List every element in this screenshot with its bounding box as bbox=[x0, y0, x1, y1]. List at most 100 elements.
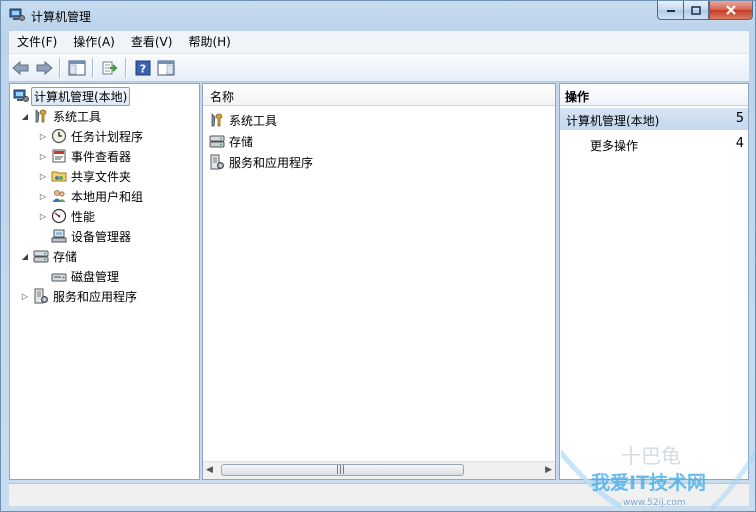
menu-file[interactable]: 文件(F) bbox=[9, 31, 65, 53]
window-title: 计算机管理 bbox=[31, 10, 92, 24]
show-hide-tree-button[interactable] bbox=[66, 57, 88, 79]
computer-management-window: 计算机管理 文件(F) 操作(A) 查看(V) 帮助(H) ? 计算机管理(本地… bbox=[0, 0, 756, 512]
tree-label: 事件查看器 bbox=[71, 149, 132, 164]
tree-item-root[interactable]: 计算机管理(本地) bbox=[13, 86, 131, 106]
column-header-label: 名称 bbox=[210, 90, 235, 104]
disk-management-icon bbox=[51, 268, 67, 284]
tools-icon bbox=[33, 108, 49, 124]
close-button[interactable] bbox=[709, 1, 753, 20]
shared-folder-icon bbox=[51, 168, 67, 184]
show-hide-action-pane-button[interactable] bbox=[155, 57, 177, 79]
collapsed-triangle-icon[interactable]: ▷ bbox=[38, 191, 48, 201]
tree-label: 服务和应用程序 bbox=[53, 289, 138, 304]
forward-arrow-icon bbox=[36, 60, 53, 75]
tree-label: 设备管理器 bbox=[71, 229, 132, 244]
list-item[interactable]: 系统工具 bbox=[209, 110, 277, 130]
show-hide-action-pane-icon bbox=[157, 60, 175, 75]
more-actions-label: 更多操作 bbox=[590, 139, 639, 153]
toolbar: ? bbox=[9, 54, 749, 82]
actions-section-computer-management[interactable]: 计算机管理(本地) 5 bbox=[560, 108, 748, 130]
tree-label: 任务计划程序 bbox=[71, 129, 144, 144]
toolbar-separator bbox=[125, 57, 127, 78]
tree-label: 性能 bbox=[71, 209, 96, 224]
list-item[interactable]: 服务和应用程序 bbox=[209, 152, 313, 172]
expanded-triangle-icon[interactable]: ◢ bbox=[20, 111, 30, 121]
computer-management-icon bbox=[9, 8, 25, 22]
tree-item-local-users-groups[interactable]: ▷ 本地用户和组 bbox=[38, 186, 143, 206]
minimize-button[interactable] bbox=[657, 1, 683, 20]
event-viewer-icon bbox=[51, 148, 67, 164]
collapse-arrow-icon[interactable]: 5 bbox=[736, 111, 744, 126]
horizontal-scrollbar[interactable]: ◀ ||| ▶ bbox=[203, 461, 555, 479]
console-tree-pane: 计算机管理(本地) ◢ 系统工具 ▷ 任务计划程序 ▷ 事件查看器 ▷ 共享文件… bbox=[9, 83, 200, 480]
actions-header-label: 操作 bbox=[565, 90, 590, 104]
forward-button[interactable] bbox=[33, 57, 55, 79]
list-item-label: 系统工具 bbox=[229, 113, 278, 128]
tree-label: 系统工具 bbox=[53, 109, 102, 124]
list-item[interactable]: 存储 bbox=[209, 131, 253, 151]
tree-label: 磁盘管理 bbox=[71, 269, 120, 284]
maximize-button[interactable] bbox=[683, 1, 709, 20]
back-button[interactable] bbox=[10, 57, 32, 79]
status-bar bbox=[9, 483, 749, 506]
scrollbar-thumb[interactable]: ||| bbox=[221, 464, 464, 476]
tree-item-performance[interactable]: ▷ 性能 bbox=[38, 206, 95, 226]
tree-item-shared-folders[interactable]: ▷ 共享文件夹 bbox=[38, 166, 131, 186]
actions-header: 操作 bbox=[560, 84, 748, 106]
scrollbar-grip: ||| bbox=[336, 465, 346, 475]
show-hide-tree-icon bbox=[68, 60, 86, 75]
storage-icon bbox=[33, 248, 49, 264]
help-icon: ? bbox=[135, 60, 151, 75]
tree-label: 存储 bbox=[53, 249, 78, 264]
export-list-button[interactable] bbox=[99, 57, 121, 79]
svg-text:?: ? bbox=[140, 62, 146, 75]
device-manager-icon bbox=[51, 228, 67, 244]
minimize-icon bbox=[666, 10, 675, 12]
scroll-left-arrow-icon[interactable]: ◀ bbox=[206, 465, 213, 475]
tree-item-services-applications[interactable]: ▷ 服务和应用程序 bbox=[20, 286, 137, 306]
collapsed-triangle-icon[interactable]: ▷ bbox=[20, 291, 30, 301]
scroll-right-arrow-icon[interactable]: ▶ bbox=[545, 465, 552, 475]
collapsed-triangle-icon[interactable]: ▷ bbox=[38, 171, 48, 181]
services-applications-icon bbox=[33, 288, 49, 304]
performance-icon bbox=[51, 208, 67, 224]
menu-view[interactable]: 查看(V) bbox=[123, 31, 181, 53]
tools-icon bbox=[209, 112, 225, 128]
help-button[interactable]: ? bbox=[132, 57, 154, 79]
list-item-label: 存储 bbox=[229, 134, 254, 149]
services-applications-icon bbox=[209, 154, 225, 170]
tree-label: 本地用户和组 bbox=[71, 189, 144, 204]
clock-icon bbox=[51, 128, 67, 144]
tree-item-event-viewer[interactable]: ▷ 事件查看器 bbox=[38, 146, 131, 166]
list-item-label: 服务和应用程序 bbox=[229, 155, 314, 170]
submenu-arrow-icon[interactable]: 4 bbox=[736, 136, 744, 151]
tree-item-device-manager[interactable]: 设备管理器 bbox=[51, 226, 131, 246]
tree-item-task-scheduler[interactable]: ▷ 任务计划程序 bbox=[38, 126, 143, 146]
users-icon bbox=[51, 188, 67, 204]
toolbar-separator bbox=[59, 57, 61, 78]
content-area: 计算机管理(本地) ◢ 系统工具 ▷ 任务计划程序 ▷ 事件查看器 ▷ 共享文件… bbox=[9, 83, 749, 480]
back-arrow-icon bbox=[12, 60, 29, 75]
title-bar[interactable]: 计算机管理 bbox=[1, 1, 755, 31]
menu-action[interactable]: 操作(A) bbox=[65, 31, 123, 53]
maximize-icon bbox=[691, 5, 701, 15]
actions-section-label: 计算机管理(本地) bbox=[566, 114, 660, 128]
tree-label: 共享文件夹 bbox=[71, 169, 132, 184]
expanded-triangle-icon[interactable]: ◢ bbox=[20, 251, 30, 261]
tree-label: 计算机管理(本地) bbox=[31, 86, 131, 106]
tree-item-disk-management[interactable]: 磁盘管理 bbox=[51, 266, 119, 286]
results-pane: 名称 系统工具 存储 服务和应用程序 ◀ ||| ▶ bbox=[202, 83, 556, 480]
column-header-name[interactable]: 名称 bbox=[203, 84, 555, 106]
toolbar-separator bbox=[92, 57, 94, 78]
computer-management-icon bbox=[13, 88, 29, 104]
close-icon bbox=[726, 5, 736, 15]
tree-item-system-tools[interactable]: ◢ 系统工具 bbox=[20, 106, 101, 126]
menu-bar: 文件(F) 操作(A) 查看(V) 帮助(H) bbox=[9, 31, 749, 54]
collapsed-triangle-icon[interactable]: ▷ bbox=[38, 211, 48, 221]
collapsed-triangle-icon[interactable]: ▷ bbox=[38, 151, 48, 161]
actions-pane: 操作 计算机管理(本地) 5 更多操作 4 bbox=[559, 83, 749, 480]
menu-help[interactable]: 帮助(H) bbox=[180, 31, 238, 53]
more-actions-item[interactable]: 更多操作 4 bbox=[560, 133, 748, 155]
tree-item-storage[interactable]: ◢ 存储 bbox=[20, 246, 77, 266]
collapsed-triangle-icon[interactable]: ▷ bbox=[38, 131, 48, 141]
